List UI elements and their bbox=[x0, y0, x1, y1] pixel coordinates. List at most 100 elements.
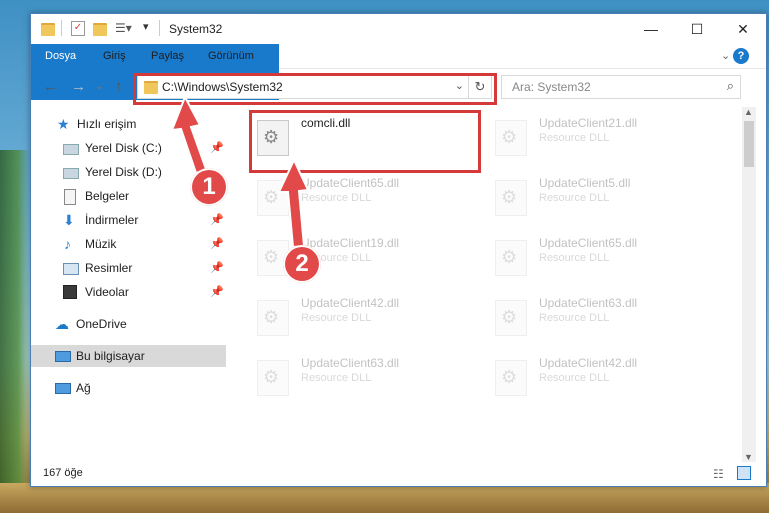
tab-view[interactable]: Görünüm bbox=[198, 44, 264, 68]
file-name: UpdateClient21.dll bbox=[539, 116, 638, 130]
pin-icon[interactable]: 📌 bbox=[210, 233, 224, 255]
title-bar: ✓ ☰▾ ▾ System32 — ☐ ✕ bbox=[31, 14, 766, 44]
sidebar-item-network[interactable]: Ağ bbox=[31, 377, 226, 399]
computer-icon bbox=[55, 351, 71, 362]
window-title: System32 bbox=[169, 22, 223, 36]
dll-file-icon bbox=[257, 300, 289, 336]
sidebar-item-label: Hızlı erişim bbox=[77, 117, 137, 131]
cloud-icon: ☁ bbox=[55, 316, 69, 332]
address-highlight bbox=[133, 73, 497, 105]
folder-icon bbox=[41, 23, 55, 36]
sidebar-item-label: İndirmeler bbox=[85, 213, 139, 227]
file-type: Resource DLL bbox=[539, 312, 610, 324]
sidebar-item-label: Bu bilgisayar bbox=[76, 349, 145, 363]
file-type: Resource DLL bbox=[539, 372, 610, 384]
pin-icon[interactable]: 📌 bbox=[210, 209, 224, 231]
ribbon-tabs: Dosya Giriş Paylaş Görünüm ⌄ ? bbox=[31, 44, 766, 100]
sidebar-item-label: Resimler bbox=[85, 261, 133, 275]
sidebar-item-label: Yerel Disk (C:) bbox=[85, 141, 162, 155]
wallpaper-palm bbox=[0, 150, 30, 513]
tab-share[interactable]: Paylaş bbox=[141, 44, 194, 68]
file-item[interactable]: UpdateClient63.dll Resource DLL bbox=[249, 352, 469, 408]
separator bbox=[61, 20, 62, 36]
file-name: UpdateClient65.dll bbox=[539, 236, 638, 250]
pin-icon[interactable]: 📌 bbox=[210, 257, 224, 279]
dll-file-icon bbox=[495, 240, 527, 276]
documents-icon bbox=[64, 189, 76, 205]
item-count: 167 öğe bbox=[43, 467, 83, 479]
search-placeholder: Ara: System32 bbox=[512, 80, 591, 94]
sidebar-item-onedrive[interactable]: ☁ OneDrive bbox=[31, 313, 226, 335]
file-name: UpdateClient63.dll bbox=[301, 356, 400, 370]
file-type: Resource DLL bbox=[539, 252, 610, 264]
sidebar-item-label: Müzik bbox=[85, 237, 117, 251]
minimize-button[interactable]: — bbox=[628, 14, 674, 44]
recent-locations-icon[interactable]: ⌄ bbox=[95, 81, 103, 92]
dll-file-icon bbox=[257, 180, 289, 216]
status-bar: 167 öğe ☷ bbox=[31, 462, 766, 486]
file-item[interactable]: UpdateClient19.dll Resource DLL bbox=[249, 232, 469, 288]
file-item[interactable]: UpdateClient42.dll Resource DLL bbox=[487, 352, 707, 408]
forward-arrow-icon[interactable]: → bbox=[71, 78, 86, 95]
file-type: Resource DLL bbox=[539, 132, 610, 144]
qat-dropdown-icon[interactable]: ▾ bbox=[143, 20, 149, 36]
scroll-down-icon[interactable]: ▼ bbox=[744, 452, 753, 462]
file-name: UpdateClient65.dll bbox=[301, 176, 400, 190]
scroll-up-icon[interactable]: ▲ bbox=[744, 107, 753, 117]
sidebar-item-label: Videolar bbox=[85, 285, 129, 299]
sidebar-item-videos[interactable]: Videolar 📌 bbox=[31, 281, 226, 303]
callout-2: 2 bbox=[283, 245, 321, 283]
maximize-button[interactable]: ☐ bbox=[674, 14, 720, 44]
sidebar-item-downloads[interactable]: ⬇ İndirmeler 📌 bbox=[31, 209, 226, 231]
scroll-thumb[interactable] bbox=[744, 121, 754, 167]
back-arrow-icon[interactable]: ← bbox=[43, 78, 58, 95]
search-input[interactable]: Ara: System32 ⌕ bbox=[501, 75, 741, 99]
file-item[interactable]: UpdateClient65.dll Resource DLL bbox=[487, 232, 707, 288]
sidebar-item-local-disk-c[interactable]: Yerel Disk (C:) 📌 bbox=[31, 137, 226, 159]
videos-icon bbox=[63, 285, 77, 299]
search-icon: ⌕ bbox=[726, 78, 734, 93]
file-type: Resource DLL bbox=[539, 192, 610, 204]
file-item[interactable]: UpdateClient65.dll Resource DLL bbox=[249, 172, 469, 228]
dll-file-icon bbox=[495, 300, 527, 336]
dll-file-icon bbox=[495, 360, 527, 396]
pictures-icon bbox=[63, 263, 79, 275]
drive-icon bbox=[63, 144, 79, 155]
sidebar-item-label: OneDrive bbox=[76, 317, 127, 331]
file-item[interactable]: UpdateClient5.dll Resource DLL bbox=[487, 172, 707, 228]
sidebar-item-label: Ağ bbox=[76, 381, 91, 395]
file-name: UpdateClient42.dll bbox=[301, 296, 400, 310]
file-highlight bbox=[249, 110, 481, 173]
file-type: Resource DLL bbox=[301, 312, 372, 324]
sidebar-item-this-pc[interactable]: Bu bilgisayar bbox=[31, 345, 226, 367]
large-icons-view-icon[interactable] bbox=[737, 466, 751, 480]
up-arrow-icon[interactable]: ↑ bbox=[115, 78, 123, 95]
vertical-scrollbar[interactable]: ▲ ▼ bbox=[742, 107, 756, 462]
customize-toolbar-icon[interactable]: ☰▾ bbox=[115, 21, 132, 37]
sidebar-item-pictures[interactable]: Resimler 📌 bbox=[31, 257, 226, 279]
sidebar-item-music[interactable]: ♪ Müzik 📌 bbox=[31, 233, 226, 255]
pin-icon[interactable]: 📌 bbox=[210, 137, 224, 159]
download-icon: ⬇ bbox=[63, 212, 75, 228]
sidebar-item-quick-access[interactable]: ★ Hızlı erişim bbox=[31, 113, 226, 135]
file-type: Resource DLL bbox=[301, 192, 372, 204]
details-view-icon[interactable]: ☷ bbox=[713, 467, 724, 481]
file-item[interactable]: UpdateClient21.dll Resource DLL bbox=[487, 112, 707, 168]
close-button[interactable]: ✕ bbox=[720, 14, 766, 44]
callout-1: 1 bbox=[190, 168, 228, 206]
file-item[interactable]: UpdateClient63.dll Resource DLL bbox=[487, 292, 707, 348]
pin-icon[interactable]: 📌 bbox=[210, 281, 224, 303]
star-icon: ★ bbox=[57, 116, 70, 132]
tab-home[interactable]: Giriş bbox=[93, 44, 136, 68]
help-icon[interactable]: ? bbox=[733, 48, 749, 64]
new-folder-icon[interactable] bbox=[93, 23, 107, 36]
file-type: Resource DLL bbox=[301, 372, 372, 384]
dll-file-icon bbox=[257, 360, 289, 396]
file-item[interactable]: UpdateClient42.dll Resource DLL bbox=[249, 292, 469, 348]
network-icon bbox=[55, 383, 71, 394]
file-name: UpdateClient42.dll bbox=[539, 356, 638, 370]
music-icon: ♪ bbox=[64, 236, 71, 252]
sidebar-item-label: Belgeler bbox=[85, 189, 130, 203]
properties-icon[interactable]: ✓ bbox=[71, 21, 85, 36]
file-name: UpdateClient19.dll bbox=[301, 236, 400, 250]
